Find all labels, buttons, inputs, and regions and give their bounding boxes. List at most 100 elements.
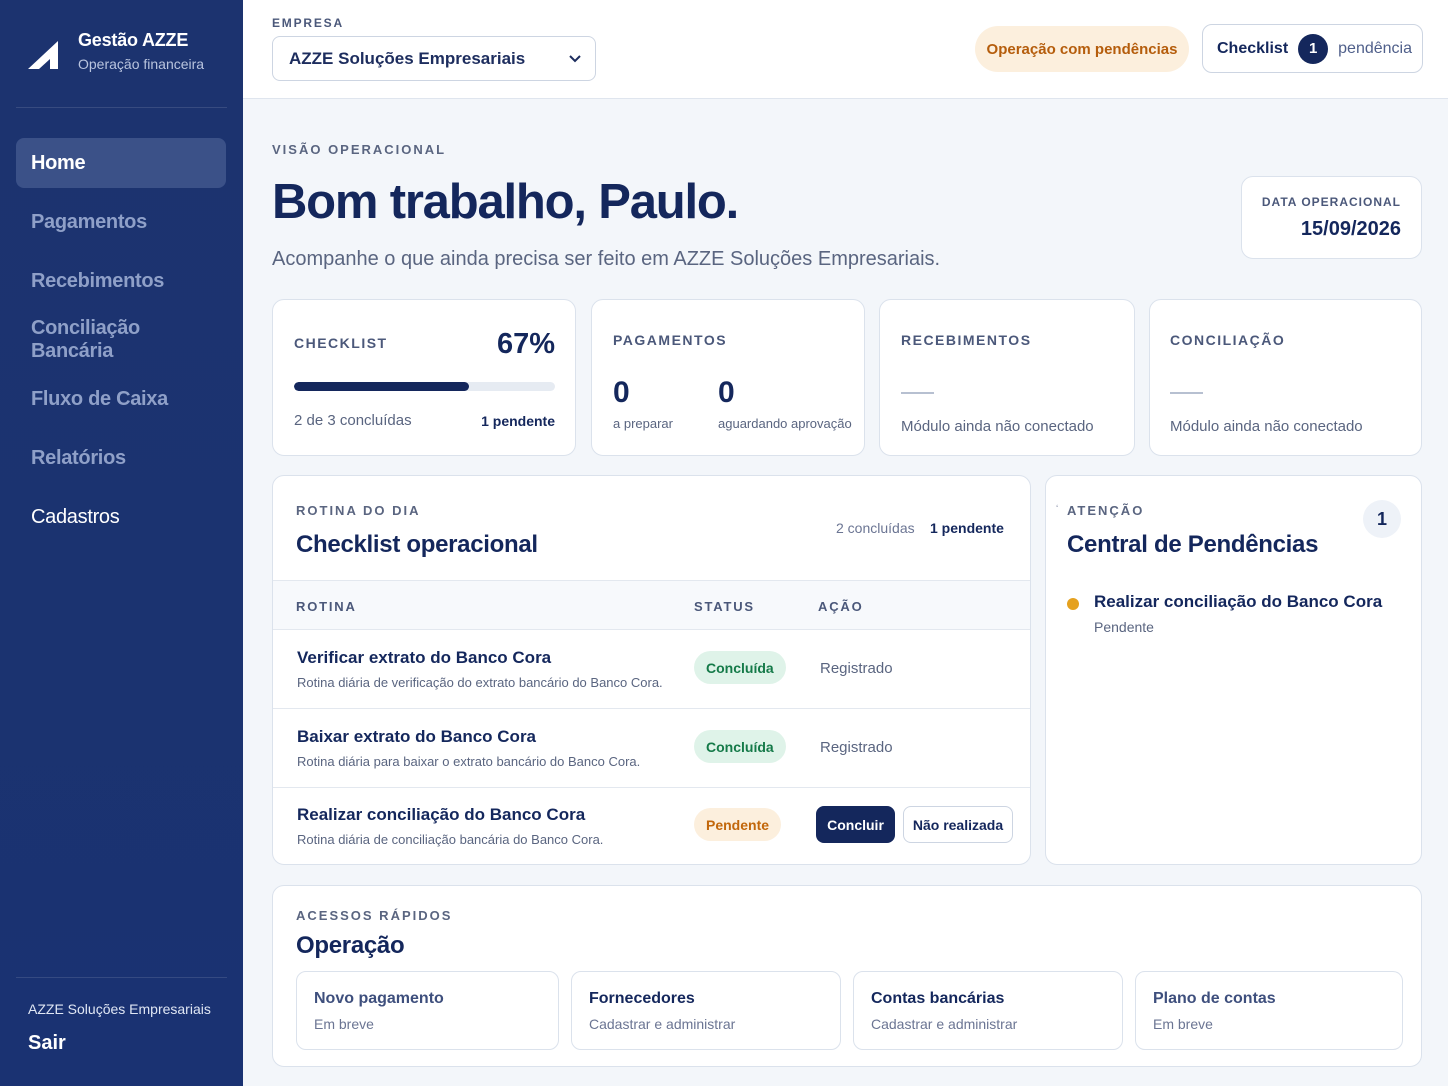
page-subtitle: Acompanhe o que ainda precisa ser feito … <box>272 248 941 270</box>
col-acao: AÇÃO <box>818 599 864 614</box>
checklist-pending-button[interactable]: Checklist 1 pendência <box>1202 24 1423 73</box>
conclude-button[interactable]: Concluir <box>816 806 895 843</box>
kpi-conciliacao-card[interactable]: CONCILIAÇÃO Módulo ainda não conectado <box>1149 299 1422 456</box>
quick-item-sub: Em breve <box>314 1016 374 1032</box>
empty-dash <box>1170 392 1203 394</box>
kpi-checklist-card[interactable]: CHECKLIST 67% 2 de 3 concluídas 1 penden… <box>272 299 576 456</box>
hero-eyebrow: VISÃO OPERACIONAL <box>272 142 447 157</box>
sidebar-item-fluxo-caixa[interactable]: Fluxo de Caixa <box>16 374 226 424</box>
checklist-title: Checklist operacional <box>296 531 538 558</box>
pendencias-title: Central de Pendências <box>1067 531 1319 558</box>
row-desc: Rotina diária de conciliação bancária do… <box>297 832 604 847</box>
app-title: Gestão AZZE <box>78 30 189 50</box>
row-action-text: Registrado <box>820 660 893 677</box>
kpi-pagamentos-title: PAGAMENTOS <box>613 332 728 348</box>
status-badge: Concluída <box>694 651 786 684</box>
sidebar-item-recebimentos[interactable]: Recebimentos <box>16 256 226 306</box>
table-row: Verificar extrato do Banco Cora Rotina d… <box>273 629 1030 708</box>
checklist-done-summary: 2 concluídas <box>836 520 915 536</box>
kpi-checklist-pending: 1 pendente <box>481 413 555 429</box>
checklist-panel: ROTINA DO DIA Checklist operacional 2 co… <box>272 475 1031 865</box>
col-rotina: ROTINA <box>296 599 357 614</box>
date-label: DATA OPERACIONAL <box>1261 195 1401 209</box>
quick-item-sub: Cadastrar e administrar <box>589 1016 736 1032</box>
quick-item-sub: Cadastrar e administrar <box>871 1016 1018 1032</box>
quick-item-title: Novo pagamento <box>314 990 444 1007</box>
col-status: STATUS <box>694 599 755 614</box>
attention-marker-icon: ʻ <box>1056 504 1059 515</box>
operation-status-badge: Operação com pendências <box>975 26 1189 72</box>
kpi-prep-label: a preparar <box>613 416 673 431</box>
checklist-count-badge: 1 <box>1298 33 1329 64</box>
kpi-checklist-title: CHECKLIST <box>294 335 388 351</box>
pendencias-panel: ʻ ATENÇÃO Central de Pendências 1 Realiz… <box>1045 475 1422 865</box>
app-subtitle: Operação financeira <box>78 56 205 72</box>
row-title: Baixar extrato do Banco Cora <box>297 727 537 746</box>
kpi-approval-value: 0 <box>718 376 735 409</box>
kpi-conciliacao-status: Módulo ainda não conectado <box>1170 418 1363 435</box>
quick-item-title: Fornecedores <box>589 990 695 1007</box>
page-title: Bom trabalho, Paulo. <box>272 175 739 229</box>
pendencias-count-badge: 1 <box>1363 500 1401 538</box>
kpi-conciliacao-title: CONCILIAÇÃO <box>1170 332 1286 348</box>
date-value: 15/09/2026 <box>1300 218 1401 240</box>
quick-plano-contas[interactable]: Plano de contas Em breve <box>1135 971 1403 1050</box>
kpi-checklist-percent: 67% <box>496 328 555 360</box>
checklist-progress-bar <box>294 382 555 391</box>
company-select[interactable]: AZZE Soluções Empresariais <box>272 36 596 81</box>
quick-item-sub: Em breve <box>1153 1016 1213 1032</box>
kpi-approval-label: aguardando aprovação <box>718 416 852 431</box>
brand: Gestão AZZE Operação financeira <box>26 30 204 72</box>
table-row: Realizar conciliação do Banco Cora Rotin… <box>273 787 1030 864</box>
sidebar-nav: Home Pagamentos Recebimentos Conciliação… <box>16 138 226 551</box>
pending-item-title: Realizar conciliação do Banco Cora <box>1094 592 1383 611</box>
sidebar-item-cadastros[interactable]: Cadastros <box>16 492 226 542</box>
quick-eyebrow: ACESSOS RÁPIDOS <box>296 908 453 923</box>
kpi-prep-value: 0 <box>613 376 630 409</box>
sidebar-item-pagamentos[interactable]: Pagamentos <box>16 197 226 247</box>
kpi-recebimentos-card[interactable]: RECEBIMENTOS Módulo ainda não conectado <box>879 299 1135 456</box>
quick-novo-pagamento[interactable]: Novo pagamento Em breve <box>296 971 559 1050</box>
table-row: Baixar extrato do Banco Cora Rotina diár… <box>273 708 1030 787</box>
sidebar-company: AZZE Soluções Empresariais <box>28 1001 211 1017</box>
checklist-pending-summary: 1 pendente <box>930 520 1004 536</box>
table-header: ROTINA STATUS AÇÃO <box>273 580 1030 629</box>
empty-dash <box>901 392 934 394</box>
quick-item-title: Contas bancárias <box>871 990 1005 1007</box>
brand-logo-icon <box>28 41 58 69</box>
sidebar-bottom-divider <box>16 977 227 978</box>
status-badge: Pendente <box>694 808 782 841</box>
quick-access-panel: ACESSOS RÁPIDOS Operação Novo pagamento … <box>272 885 1422 1067</box>
top-header: EMPRESA AZZE Soluções Empresariais Opera… <box>243 0 1448 99</box>
company-label: EMPRESA <box>272 16 344 30</box>
quick-title: Operação <box>296 932 405 959</box>
checklist-eyebrow: ROTINA DO DIA <box>296 503 421 518</box>
pending-item-status: Pendente <box>1094 619 1154 635</box>
sidebar-item-home[interactable]: Home <box>16 138 226 188</box>
row-action-text: Registrado <box>820 739 893 756</box>
not-done-button[interactable]: Não realizada <box>903 806 1013 843</box>
operational-date-card: DATA OPERACIONAL 15/09/2026 <box>1241 176 1422 259</box>
pendencias-eyebrow: ATENÇÃO <box>1067 503 1145 518</box>
row-title: Verificar extrato do Banco Cora <box>297 648 552 667</box>
kpi-pagamentos-card[interactable]: PAGAMENTOS 0 a preparar 0 aguardando apr… <box>591 299 865 456</box>
sidebar: Gestão AZZE Operação financeira Home Pag… <box>0 0 243 1086</box>
sidebar-divider <box>16 107 227 108</box>
row-title: Realizar conciliação do Banco Cora <box>297 805 586 824</box>
company-select-value: AZZE Soluções Empresariais <box>289 48 526 68</box>
logout-button[interactable]: Sair <box>28 1032 66 1055</box>
chevron-down-icon <box>569 54 581 62</box>
kpi-recebimentos-status: Módulo ainda não conectado <box>901 418 1094 435</box>
checklist-button-label: Checklist <box>1217 39 1289 57</box>
warning-dot-icon <box>1067 598 1079 610</box>
status-badge: Concluída <box>694 730 786 763</box>
sidebar-item-conciliacao[interactable]: Conciliação Bancária <box>16 315 226 365</box>
checklist-progress-fill <box>294 382 469 391</box>
sidebar-item-relatorios[interactable]: Relatórios <box>16 433 226 483</box>
row-desc: Rotina diária de verificação do extrato … <box>297 675 663 690</box>
kpi-checklist-done: 2 de 3 concluídas <box>294 412 412 429</box>
row-desc: Rotina diária para baixar o extrato banc… <box>297 754 641 769</box>
quick-fornecedores[interactable]: Fornecedores Cadastrar e administrar <box>571 971 841 1050</box>
quick-item-title: Plano de contas <box>1153 990 1276 1007</box>
quick-contas-bancarias[interactable]: Contas bancárias Cadastrar e administrar <box>853 971 1123 1050</box>
